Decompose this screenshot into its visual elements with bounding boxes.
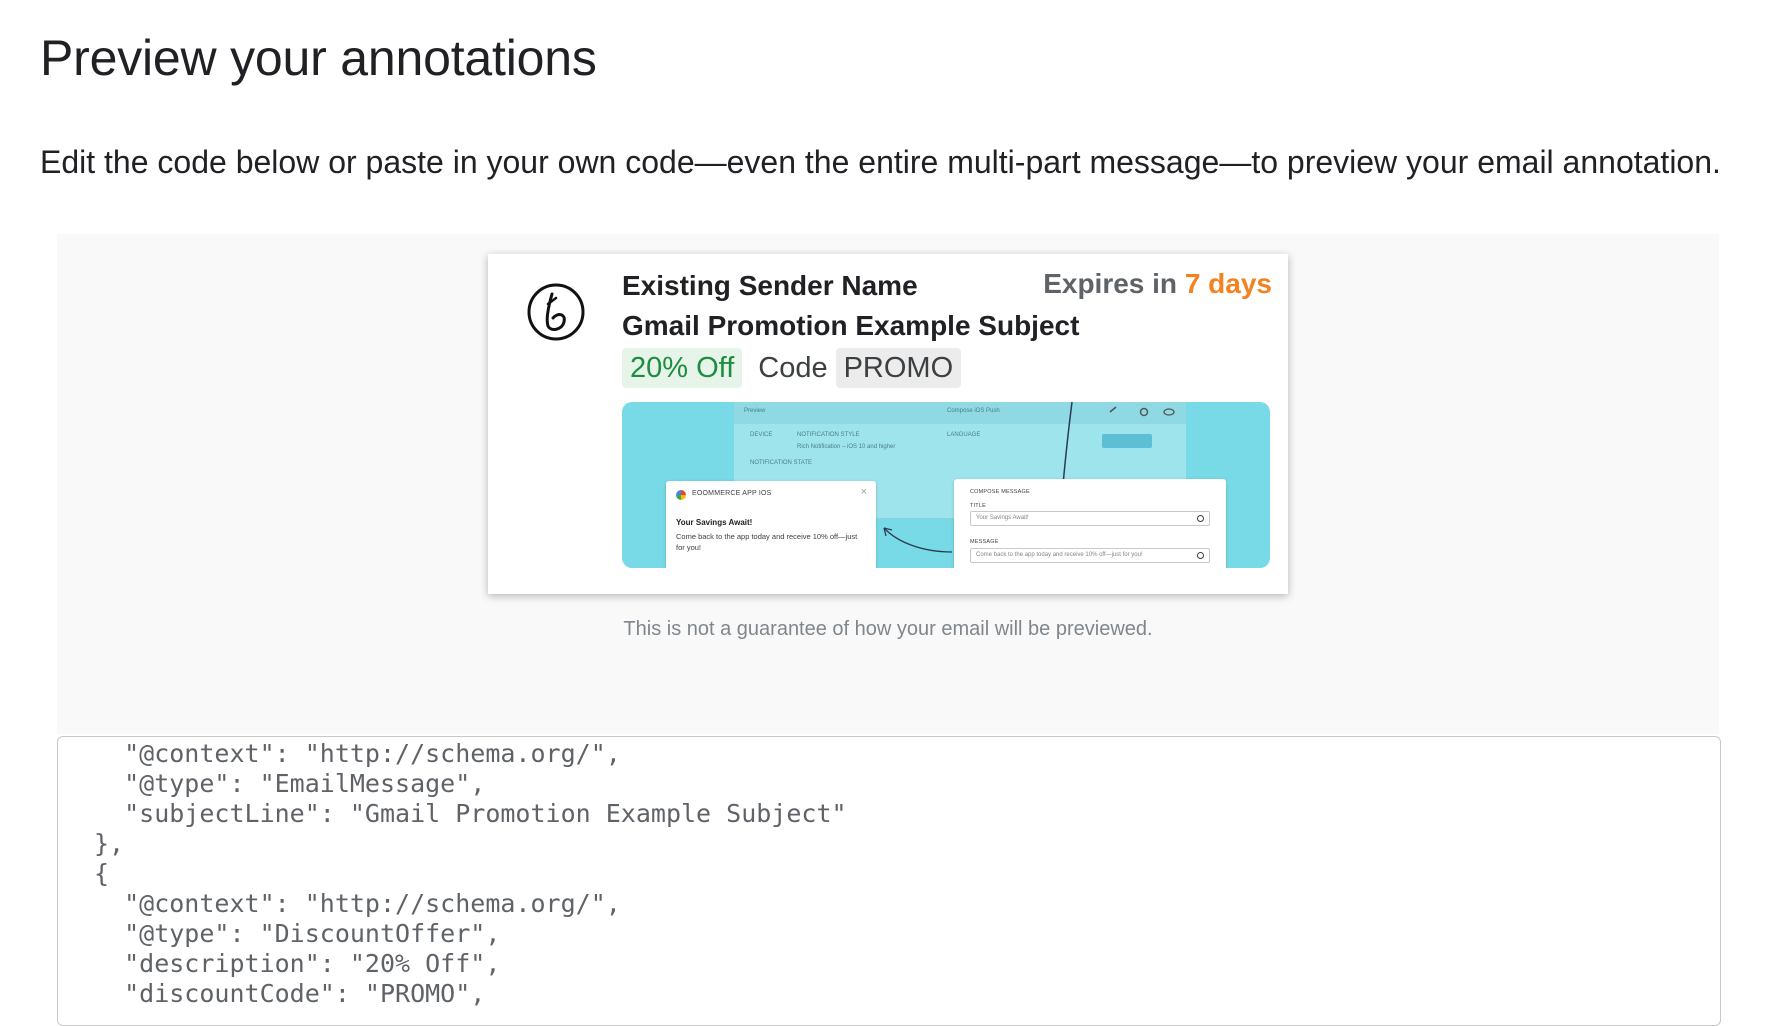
sender-name: Existing Sender Name — [622, 270, 918, 301]
brand-logo-b-icon — [527, 283, 585, 341]
code-line: "@type": "DiscountOffer", — [94, 919, 501, 948]
emoji-icon — [1197, 552, 1204, 559]
code-line: "discountCode": "PROMO", — [94, 979, 486, 1008]
image-compose-message-label: MESSAGE — [970, 539, 999, 545]
code-line: { — [94, 859, 110, 888]
email-preview-card: Existing Sender Name Expires in 7 days G… — [488, 254, 1288, 594]
promo-code-badge: PROMO — [835, 348, 962, 388]
image-notif-title: Your Savings Await! — [676, 518, 753, 527]
close-icon: × — [860, 486, 867, 498]
image-compose-card: COMPOSE MESSAGE TITLE Your Savings Await… — [954, 479, 1226, 568]
preview-disclaimer: This is not a guarantee of how your emai… — [623, 618, 1153, 640]
code-line: "subjectLine": "Gmail Promotion Example … — [94, 799, 847, 828]
code-line: { — [94, 737, 109, 738]
code-line: }, — [94, 829, 125, 858]
code-line: "@type": "EmailMessage", — [94, 769, 486, 798]
image-compose-title-input: Your Savings Await! — [970, 511, 1210, 526]
image-notif-body: Come back to the app today and receive 1… — [676, 532, 858, 552]
discount-badge: 20% Off — [622, 348, 743, 388]
emoji-icon — [1197, 515, 1204, 522]
expiry-prefix: Expires in — [1043, 268, 1178, 299]
code-label: Code — [758, 351, 828, 384]
app-logo-icon — [676, 490, 686, 500]
image-compose-message-input: Come back to the app today and receive 1… — [970, 548, 1210, 563]
code-line: "@context": "http://schema.org/", — [94, 889, 621, 918]
page-title: Preview your annotations — [40, 30, 597, 86]
code-line: "@context": "http://schema.org/", — [94, 739, 621, 768]
image-notification-card: EOOMMERCE APP IOS × Your Savings Await! … — [666, 481, 876, 568]
expiry-text: Expires in 7 days — [1043, 268, 1272, 300]
code-editor[interactable]: { "@context": "http://schema.org/", "@ty… — [57, 736, 1721, 1026]
promo-image: Preview Compose iOS Push DEVICE NOTIFICA… — [622, 402, 1270, 568]
image-compose-title-value: Your Savings Await! — [976, 515, 1029, 521]
image-compose-message-value: Come back to the app today and receive 1… — [976, 552, 1143, 558]
intro-text: Edit the code below or paste in your own… — [40, 144, 1721, 180]
code-line: "description": "20% Off", — [94, 949, 501, 978]
email-subject: Gmail Promotion Example Subject — [622, 310, 1080, 341]
expiry-days: 7 days — [1184, 268, 1272, 299]
image-compose-header: COMPOSE MESSAGE — [970, 489, 1030, 495]
image-compose-title-label: TITLE — [970, 503, 986, 509]
preview-panel: Existing Sender Name Expires in 7 days G… — [57, 234, 1719, 734]
offer-row: 20% Off Code PROMO — [622, 348, 962, 388]
image-notif-app: EOOMMERCE APP IOS — [692, 490, 772, 497]
